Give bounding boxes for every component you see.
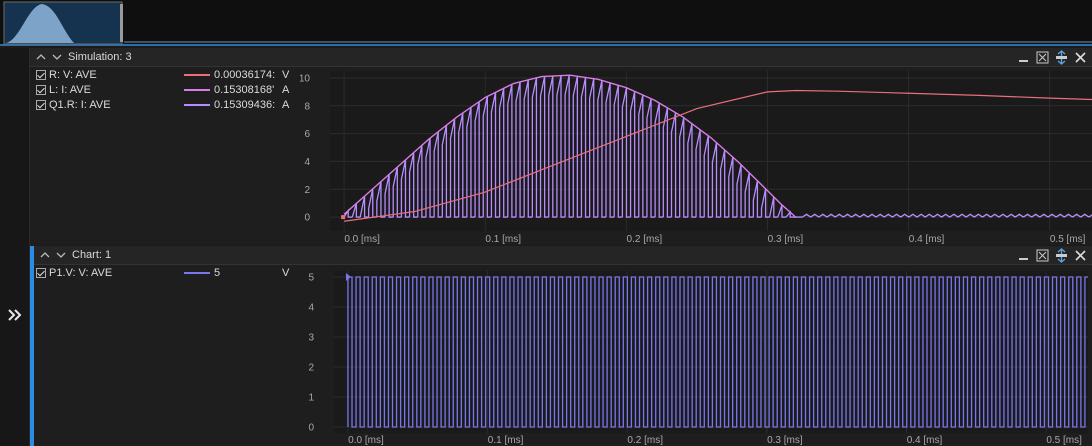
- minimize-icon[interactable]: [1016, 50, 1031, 65]
- series-color-swatch: [184, 74, 210, 76]
- legend-row[interactable]: L: I: AVE 0.15308168' A: [36, 83, 300, 97]
- overview-waveform-icon: [3, 1, 1092, 45]
- series-value: 5: [214, 267, 221, 279]
- series-color-swatch: [184, 104, 210, 106]
- close-icon[interactable]: [1073, 50, 1088, 65]
- fit-vertical-icon[interactable]: [1054, 50, 1069, 65]
- y-tick-label: 4: [304, 157, 310, 168]
- fit-vertical-icon[interactable]: [1054, 248, 1069, 263]
- chart-plot[interactable]: 5 4 3 2 1 0 0.0 [ms] 0.1 [ms] 0.2 [ms] 0.3 [ms] 0.…: [300, 265, 1088, 446]
- simulation-plot[interactable]: 10 8 6 4 2 0 0.0 [ms] 0.1 [ms] 0.2 [ms] 0.3 [ms] 0…: [300, 67, 1092, 245]
- left-rail: [0, 48, 30, 446]
- x-tick-label: 0.0 [ms]: [348, 435, 384, 446]
- series-checkbox[interactable]: [36, 85, 46, 95]
- y-tick-label: 4: [308, 303, 314, 314]
- legend-row[interactable]: P1.V: V: AVE 5 V: [36, 266, 300, 280]
- y-tick-label: 5: [308, 273, 314, 284]
- series-color-swatch: [184, 272, 210, 274]
- series-name: Q1.R: I: AVE: [49, 99, 111, 111]
- x-tick-label: 0.5 [ms]: [1050, 234, 1086, 245]
- series-unit: V: [282, 69, 290, 81]
- chart-panel: Chart: 1 P1.V: V: AVE 5 V 5 4 3 2 1 0 0.0 [ms]…: [30, 246, 1092, 446]
- simulation-titlebar: Simulation: 3: [30, 48, 1092, 67]
- collapse-up-icon[interactable]: [36, 52, 46, 62]
- series-unit: V: [282, 267, 290, 279]
- series-unit: A: [282, 84, 290, 96]
- y-tick-label: 8: [304, 101, 310, 112]
- series-value: 0.15308168': [214, 84, 275, 96]
- panel-title: Simulation: 3: [68, 51, 132, 63]
- series-checkbox[interactable]: [36, 100, 46, 110]
- series-name: L: I: AVE: [49, 84, 91, 96]
- minimize-icon[interactable]: [1016, 248, 1031, 263]
- collapse-up-icon[interactable]: [40, 250, 50, 260]
- x-tick-label: 0.1 [ms]: [485, 234, 521, 245]
- plot-area[interactable]: [334, 271, 1088, 433]
- fit-all-icon[interactable]: [1035, 50, 1050, 65]
- series-checkbox[interactable]: [36, 70, 46, 80]
- fit-all-icon[interactable]: [1035, 248, 1050, 263]
- y-tick-label: 2: [304, 185, 310, 196]
- legend: P1.V: V: AVE 5 V: [34, 265, 304, 446]
- y-tick-label: 0: [308, 423, 314, 434]
- y-tick-label: 3: [308, 333, 314, 344]
- x-tick-label: 0.5 [ms]: [1046, 435, 1082, 446]
- series-color-swatch: [184, 89, 210, 91]
- simulation-panel: Simulation: 3 R: V: AVE 0.00036174: V L:…: [30, 48, 1092, 245]
- y-tick-label: 0: [304, 213, 310, 224]
- legend-row[interactable]: Q1.R: I: AVE 0.15309436: A: [36, 98, 300, 112]
- y-tick-label: 2: [308, 363, 314, 374]
- overview-handle[interactable]: [120, 4, 123, 42]
- x-tick-label: 0.3 [ms]: [768, 234, 804, 245]
- series-value: 0.00036174:: [214, 69, 276, 81]
- cursor-marker[interactable]: [341, 215, 346, 220]
- series-name: R: V: AVE: [49, 69, 97, 81]
- series-checkbox[interactable]: [36, 268, 46, 278]
- x-tick-label: 0.3 [ms]: [767, 435, 803, 446]
- panel-title: Chart: 1: [72, 249, 112, 261]
- close-icon[interactable]: [1073, 248, 1088, 263]
- x-tick-label: 0.2 [ms]: [627, 435, 663, 446]
- series-unit: A: [282, 99, 290, 111]
- x-tick-label: 0.0 [ms]: [344, 234, 380, 245]
- expand-down-icon[interactable]: [52, 52, 62, 62]
- x-tick-label: 0.4 [ms]: [907, 435, 943, 446]
- x-tick-label: 0.2 [ms]: [627, 234, 663, 245]
- overview-timeline[interactable]: [0, 0, 1092, 46]
- legend: R: V: AVE 0.00036174: V L: I: AVE 0.1530…: [30, 67, 300, 245]
- y-tick-label: 1: [308, 393, 314, 404]
- series-name: P1.V: V: AVE: [49, 267, 113, 279]
- y-tick-label: 10: [300, 73, 310, 84]
- series-value: 0.15309436:: [214, 99, 276, 111]
- x-tick-label: 0.1 [ms]: [488, 435, 524, 446]
- double-chevron-right-icon[interactable]: [6, 306, 24, 324]
- chart-titlebar: Chart: 1: [34, 246, 1092, 265]
- x-tick-label: 0.4 [ms]: [909, 234, 945, 245]
- legend-row[interactable]: R: V: AVE 0.00036174: V: [36, 68, 300, 82]
- y-tick-label: 6: [304, 129, 310, 140]
- expand-down-icon[interactable]: [56, 250, 66, 260]
